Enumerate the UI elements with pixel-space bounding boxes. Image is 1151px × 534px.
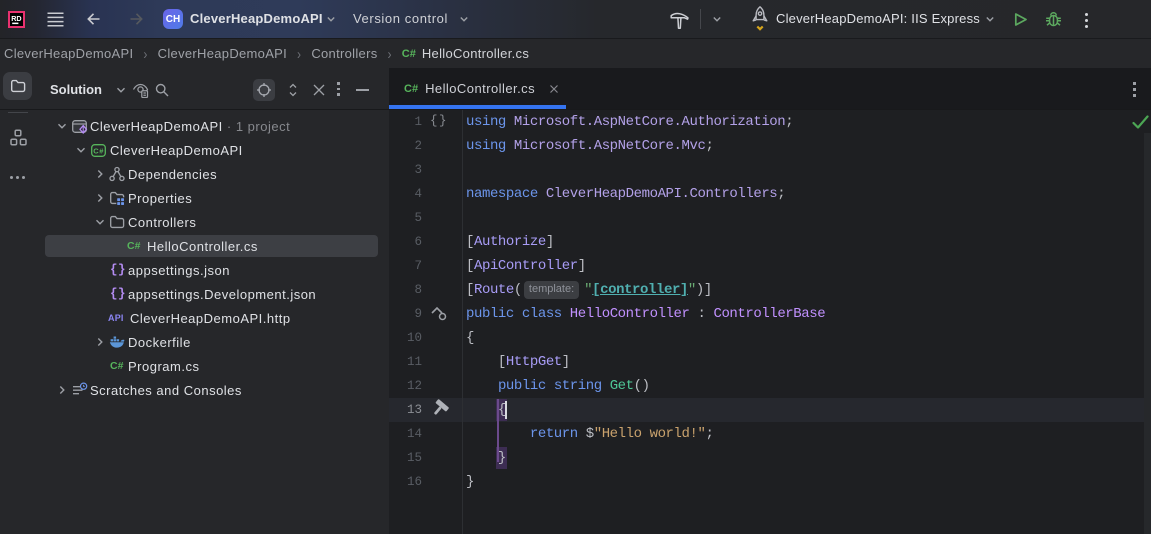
svg-text:C#: C# (93, 146, 104, 155)
svg-text:RD: RD (11, 14, 21, 23)
